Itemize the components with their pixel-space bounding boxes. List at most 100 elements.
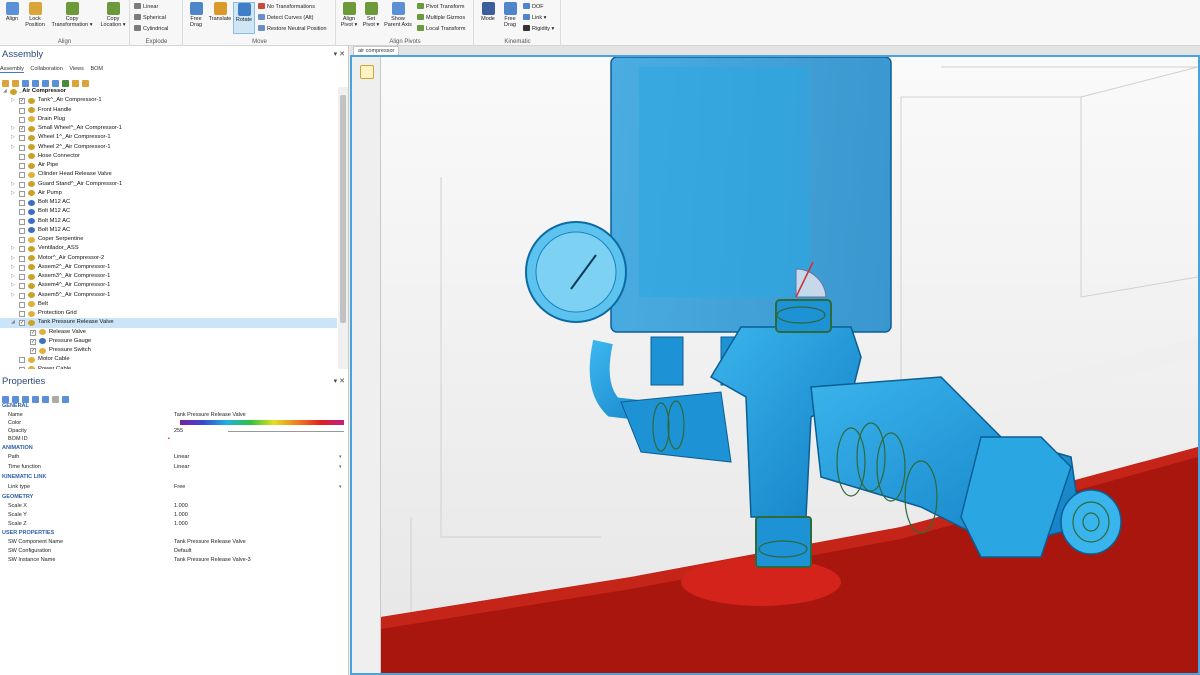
expand-icon[interactable]: ◢ — [3, 87, 7, 96]
restore-neutral-button[interactable]: Restore Neutral Position — [258, 25, 327, 32]
visibility-checkbox[interactable]: ✓ — [19, 320, 25, 327]
section-user-properties[interactable]: USER PROPERTIES — [2, 530, 54, 536]
dof-button[interactable]: DOF — [523, 3, 544, 10]
visibility-checkbox[interactable]: ✓ — [30, 338, 36, 345]
visibility-checkbox[interactable] — [19, 200, 25, 206]
tree-row[interactable]: Coper Serpentine — [0, 235, 337, 244]
prop-swinst-value[interactable]: Tank Pressure Release Valve-3 — [174, 557, 251, 563]
tree-row[interactable]: ▷ Guard Stand^_Air Compressor-1 — [0, 180, 337, 189]
visibility-checkbox[interactable] — [19, 172, 25, 179]
visibility-checkbox[interactable] — [19, 135, 25, 142]
tree-tool-icon[interactable] — [72, 80, 79, 87]
expand-icon[interactable]: ▷ — [11, 180, 15, 189]
prop-name-value[interactable]: Tank Pressure Release Valve — [174, 412, 246, 418]
tree-tool-icon[interactable] — [82, 80, 89, 87]
tree-row[interactable]: ▷ Wheel 1^_Air Compressor-1 — [0, 133, 337, 142]
detect-curves-button[interactable]: Detect Curves (Alt) — [258, 14, 313, 21]
section-general[interactable]: GENERAL — [2, 403, 29, 409]
multiple-gizmos-button[interactable]: Multiple Gizmos — [417, 14, 465, 21]
viewport[interactable] — [350, 55, 1200, 675]
tree-row[interactable]: ▷ Air Pump — [0, 189, 337, 198]
opacity-slider[interactable] — [228, 431, 344, 432]
tree-row[interactable]: ▷ Wheel 2^_Air Compressor-1 — [0, 143, 337, 152]
prop-timefn-value[interactable]: Linear — [174, 464, 189, 470]
free-drag-button[interactable]: Free Drag — [186, 2, 206, 28]
expand-icon[interactable]: ▷ — [11, 272, 15, 281]
visibility-checkbox[interactable]: ✓ — [30, 329, 36, 336]
visibility-checkbox[interactable] — [19, 218, 25, 225]
visibility-checkbox[interactable] — [19, 357, 25, 364]
tree-row[interactable]: ◢ ✓ Tank Pressure Release Valve — [0, 318, 337, 328]
kinematic-free-drag-button[interactable]: Free Drag — [500, 2, 520, 28]
lock-position-button[interactable]: Lock Position — [24, 2, 46, 28]
tree-tool-icon[interactable] — [12, 80, 19, 87]
mode-button[interactable]: Mode — [478, 2, 498, 22]
prop-swcomp-value[interactable]: Tank Pressure Release Valve — [174, 539, 246, 545]
tree-row[interactable]: ▷ Assem3^_Air Compressor-1 — [0, 272, 337, 281]
prop-scalex-value[interactable]: 1.000 — [174, 503, 188, 509]
color-spectrum[interactable] — [180, 420, 344, 425]
prop-scalez-value[interactable]: 1.000 — [174, 521, 188, 527]
no-transformations-button[interactable]: No Transformations — [258, 3, 315, 10]
tree-row[interactable]: ▷ Assem2^_Air Compressor-1 — [0, 263, 337, 272]
visibility-checkbox[interactable] — [19, 190, 25, 197]
tree-scroll-thumb[interactable] — [340, 95, 346, 323]
show-parent-axis-button[interactable]: Show Parent Axis — [383, 2, 413, 28]
visibility-checkbox[interactable] — [19, 227, 25, 234]
link-button[interactable]: Link ▾ — [523, 14, 546, 21]
tree-row[interactable]: Drain Plug — [0, 115, 337, 124]
expand-icon[interactable]: ▷ — [11, 291, 15, 300]
panel-controls[interactable]: ▾ ✕ — [334, 375, 345, 389]
tree-row[interactable]: ✓ Release Valve — [0, 328, 337, 337]
tree-row[interactable]: Hose Connector — [0, 152, 337, 161]
tree-row[interactable]: ▷ Assem5^_Air Compressor-1 — [0, 291, 337, 300]
tree-row[interactable]: Bolt M12 AC — [0, 198, 337, 207]
expand-icon[interactable]: ▷ — [11, 254, 15, 263]
tree-row[interactable]: ▷ ✓ Tank^_Air Compressor-1 — [0, 96, 337, 105]
tree-row[interactable]: Front Handle — [0, 106, 337, 115]
prop-scaley-value[interactable]: 1.000 — [174, 512, 188, 518]
visibility-checkbox[interactable] — [19, 181, 25, 188]
visibility-checkbox[interactable] — [19, 292, 25, 299]
section-animation[interactable]: ANIMATION — [2, 445, 33, 451]
visibility-checkbox[interactable] — [19, 301, 25, 308]
tree-row[interactable]: Belt — [0, 300, 337, 309]
prop-swconf-value[interactable]: Default — [174, 548, 191, 554]
copy-transformation-button[interactable]: Copy Transformation ▾ — [50, 2, 94, 28]
expand-icon[interactable]: ◢ — [11, 318, 15, 327]
align-button[interactable]: Align — [2, 2, 22, 22]
pivot-transform-button[interactable]: Pivot Transform — [417, 3, 465, 10]
expand-icon[interactable]: ▷ — [11, 244, 15, 253]
tree-row[interactable]: Bolt M12 AC — [0, 217, 337, 226]
translate-button[interactable]: Translate — [208, 2, 232, 22]
tree-row[interactable]: ▷ Assem4^_Air Compressor-1 — [0, 281, 337, 290]
timefn-dropdown-icon[interactable]: ▾ — [339, 464, 342, 470]
tree-tool-icon[interactable] — [2, 80, 9, 87]
visibility-checkbox[interactable] — [19, 246, 25, 253]
visibility-checkbox[interactable] — [19, 116, 25, 123]
tree-row[interactable]: Air Pipe — [0, 161, 337, 170]
visibility-checkbox[interactable] — [19, 237, 25, 243]
visibility-checkbox[interactable]: ✓ — [30, 348, 36, 354]
rotate-button[interactable]: Rotate — [233, 2, 255, 34]
copy-location-button[interactable]: Copy Location ▾ — [98, 2, 128, 28]
expand-icon[interactable]: ▷ — [11, 281, 15, 290]
tree-tool-icon[interactable] — [22, 80, 29, 87]
view-mode-button[interactable] — [360, 65, 374, 79]
tree-row[interactable]: Bolt M12 AC — [0, 207, 337, 216]
expand-icon[interactable]: ▷ — [11, 143, 15, 152]
visibility-checkbox[interactable] — [19, 311, 25, 317]
set-pivot-button[interactable]: Set Pivot ▾ — [361, 2, 381, 28]
visibility-checkbox[interactable] — [19, 264, 25, 271]
linktype-dropdown-icon[interactable]: ▾ — [339, 484, 342, 490]
expand-icon[interactable]: ▷ — [11, 133, 15, 142]
3d-model-render[interactable] — [381, 57, 1198, 673]
tree-row[interactable]: ✓ Pressure Gauge — [0, 337, 337, 346]
tree-row[interactable]: ▷ Ventilador_ASS — [0, 244, 337, 253]
visibility-checkbox[interactable] — [19, 107, 25, 114]
tree-tool-icon[interactable] — [32, 80, 39, 87]
tree-row[interactable]: ▷ Motor^_Air Compressor-2 — [0, 254, 337, 263]
visibility-checkbox[interactable] — [19, 366, 25, 369]
tree-row[interactable]: Cilinder Head Release Valve — [0, 170, 337, 179]
expand-icon[interactable]: ▷ — [11, 124, 15, 133]
